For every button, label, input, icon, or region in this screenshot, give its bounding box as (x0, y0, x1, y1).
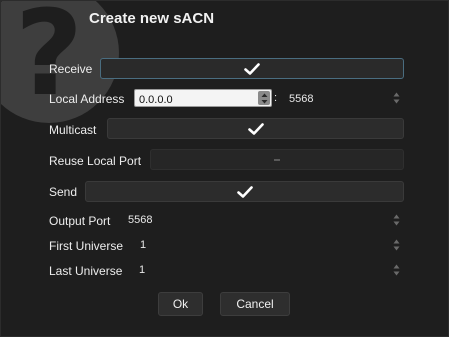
reuse-local-port-toggle[interactable] (150, 149, 404, 170)
first-universe-spin-arrows-icon[interactable] (393, 239, 400, 251)
multicast-toggle[interactable] (107, 118, 404, 139)
cancel-button[interactable]: Cancel (220, 292, 290, 316)
multicast-label: Multicast (49, 123, 97, 137)
unchecked-dash-icon (274, 158, 280, 161)
receive-label: Receive (49, 62, 93, 76)
local-port-spin-arrows-icon[interactable] (393, 92, 400, 104)
local-port-value[interactable]: 5568 (289, 93, 313, 105)
send-label: Send (49, 185, 78, 199)
local-address-label: Local Address (49, 92, 125, 106)
last-universe-label: Last Universe (49, 264, 123, 278)
ok-button[interactable]: Ok (158, 292, 203, 316)
address-port-separator: : (274, 92, 278, 104)
checkmark-icon (244, 62, 260, 75)
reuse-local-port-label: Reuse Local Port (49, 154, 142, 168)
checkmark-icon (236, 185, 253, 198)
output-port-spin-arrows-icon[interactable] (393, 214, 400, 226)
create-sacn-dialog: ? Create new sACN Receive Local Address … (0, 0, 449, 337)
last-universe-spin-arrows-icon[interactable] (393, 264, 400, 276)
receive-toggle[interactable] (100, 58, 404, 79)
ip-spin-arrows-icon[interactable] (258, 91, 270, 105)
spin-arrows-icon (261, 93, 267, 103)
checkmark-icon (247, 122, 264, 135)
output-port-label: Output Port (49, 214, 111, 228)
local-address-field[interactable] (134, 89, 272, 108)
last-universe-value[interactable]: 1 (139, 264, 145, 276)
local-address-input[interactable] (135, 92, 257, 108)
first-universe-value[interactable]: 1 (140, 239, 146, 251)
output-port-value[interactable]: 5568 (128, 214, 152, 226)
dialog-title: Create new sACN (89, 10, 215, 27)
first-universe-label: First Universe (49, 239, 124, 253)
send-toggle[interactable] (85, 181, 404, 202)
